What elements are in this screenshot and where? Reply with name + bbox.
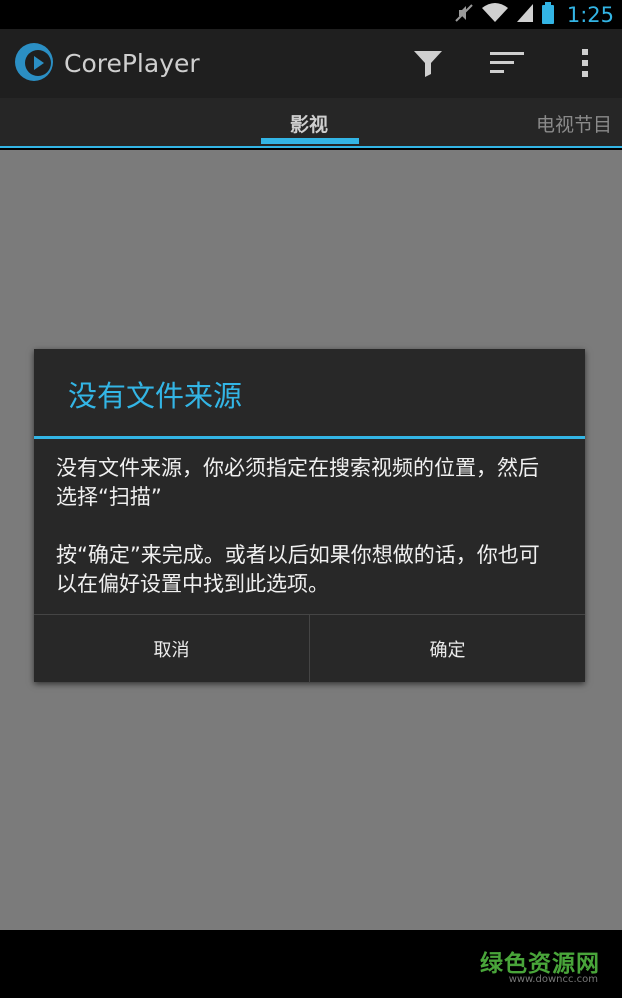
- sort-icon[interactable]: [487, 43, 527, 83]
- mute-icon: [453, 2, 475, 28]
- dialog-title-divider: [34, 436, 585, 439]
- dialog-message-line-2: 按“确定”来完成。或者以后如果你想做的话，你也可以在偏好设置中找到此选项。: [56, 543, 540, 596]
- status-time: 1:25: [566, 2, 614, 27]
- action-bar: CorePlayer: [0, 29, 622, 98]
- watermark-url: www.downcc.com: [508, 974, 598, 985]
- signal-icon: [515, 2, 535, 28]
- overflow-menu-icon[interactable]: [565, 43, 605, 83]
- app-logo-icon[interactable]: [14, 42, 54, 82]
- dialog-message: 没有文件来源，你必须指定在搜索视频的位置，然后选择“扫描” 按“确定”来完成。或…: [56, 454, 556, 628]
- tab-indicator: [261, 138, 359, 144]
- dialog-title: 没有文件来源: [68, 379, 243, 413]
- ok-button[interactable]: 确定: [309, 615, 585, 683]
- status-bar: 1:25: [0, 0, 622, 29]
- battery-icon: [541, 1, 555, 28]
- app-title: CorePlayer: [64, 49, 200, 78]
- status-icons: 1:25: [453, 0, 614, 29]
- watermark-logo: 绿色资源网: [480, 951, 600, 977]
- tab-movies[interactable]: 影视: [290, 110, 328, 137]
- wifi-icon: [481, 2, 509, 28]
- dialog-button-bar: 取消 确定: [34, 614, 585, 683]
- tab-bar: 影视 电视节目: [0, 98, 622, 148]
- tab-tv-shows[interactable]: 电视节目: [536, 110, 612, 137]
- cancel-button[interactable]: 取消: [34, 615, 309, 683]
- filter-icon[interactable]: [408, 43, 448, 83]
- no-source-dialog: 没有文件来源 没有文件来源，你必须指定在搜索视频的位置，然后选择“扫描” 按“确…: [34, 349, 585, 683]
- navigation-bar: 绿色资源网 www.downcc.com: [0, 930, 622, 998]
- dialog-message-line-1: 没有文件来源，你必须指定在搜索视频的位置，然后选择“扫描”: [56, 456, 539, 509]
